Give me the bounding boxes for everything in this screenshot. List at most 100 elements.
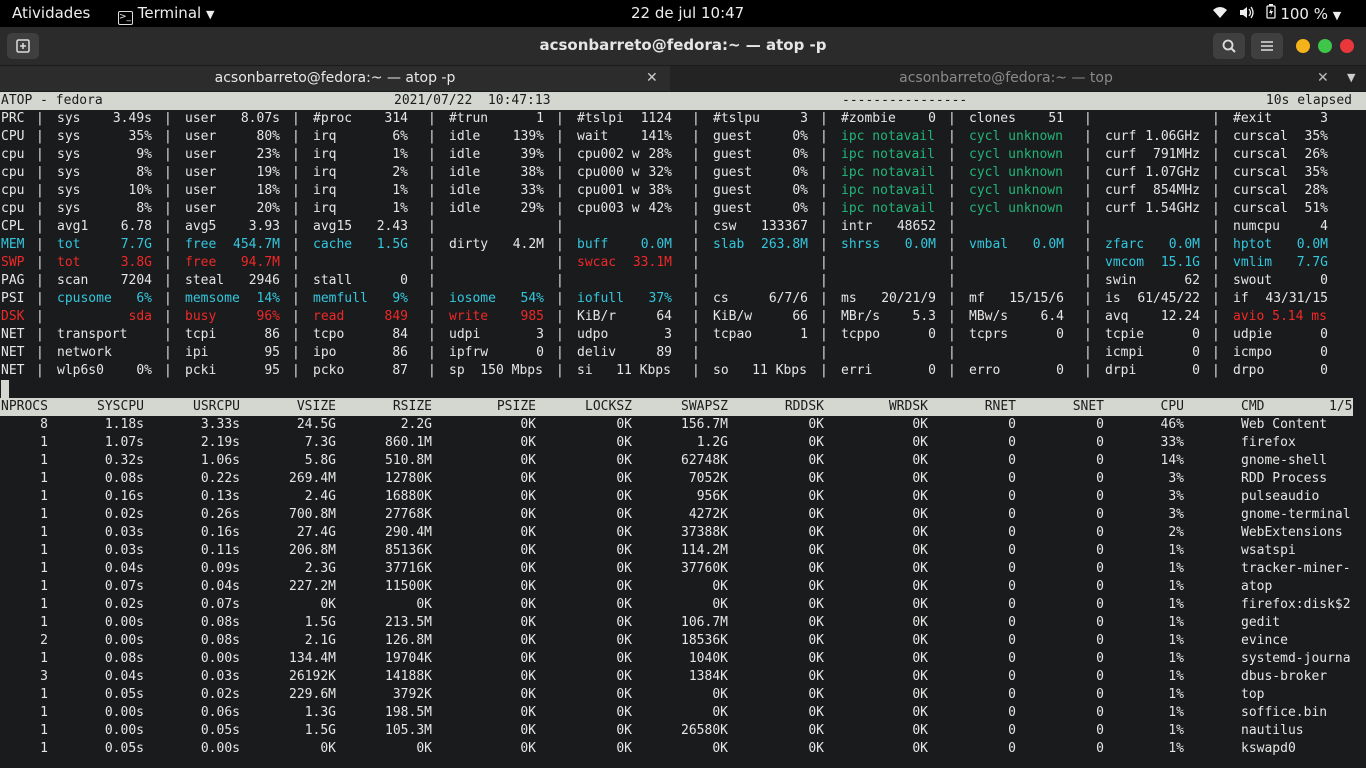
table-cell-locksz: 0K — [616, 651, 632, 666]
column-separator: | — [556, 363, 564, 378]
column-separator: | — [1212, 273, 1220, 288]
column-separator: | — [428, 309, 436, 324]
stat-key: si 11 Kbps — [577, 363, 671, 378]
column-separator: | — [1084, 327, 1092, 342]
table-cell-vsize: 2.4G — [304, 489, 336, 504]
stat-value: 0% — [136, 363, 152, 378]
table-cell-rnet: 0 — [1008, 471, 1016, 486]
tab-close-icon[interactable]: ✕ — [1317, 66, 1329, 90]
column-separator: | — [556, 255, 564, 270]
column-separator: | — [948, 273, 956, 288]
table-cell-locksz: 0K — [616, 633, 632, 648]
table-cell-cpu: 33% — [1160, 435, 1184, 450]
stat-value: 54% — [520, 291, 544, 306]
column-separator: | — [1212, 327, 1220, 342]
table-cell-syscpu: 0.00s — [104, 723, 144, 738]
column-header-rnet: RNET — [984, 399, 1016, 414]
table-cell-rnet: 0 — [1008, 561, 1016, 576]
table-row: 1 0.08s 0.22s 269.4M 12780K 0K 0K 7052K 0K 0K 0 0 3%… — [0, 470, 1366, 488]
stat-row-cpu: cpu | | | | | | | | | | sys 10% user 18% irq 1% idle 33% cp… — [0, 182, 1366, 200]
table-cell-locksz: 0K — [616, 687, 632, 702]
app-menu[interactable]: >_ Terminal ▼ — [118, 4, 214, 25]
stat-value: 0.0M — [1296, 237, 1328, 252]
column-separator: | — [428, 291, 436, 306]
table-cell-psize: 0K — [520, 669, 536, 684]
terminal-area[interactable]: ATOP - fedora 2021/07/22 10:47:13 ------… — [0, 91, 1366, 768]
table-cell-cpu: 2% — [1168, 525, 1184, 540]
table-cell-swapsz: 956K — [696, 489, 728, 504]
table-cell-wrdsk: 0K — [912, 723, 928, 738]
table-cell-cpu: 1% — [1168, 741, 1184, 756]
tab-top[interactable]: acsonbarreto@fedora:~ — top — [671, 66, 1341, 91]
table-cell-cmd: evince — [1241, 633, 1288, 648]
table-cell-locksz: 0K — [616, 507, 632, 522]
table-cell-rsize: 85136K — [385, 543, 432, 558]
table-cell-vsize: 27.4G — [296, 525, 336, 540]
table-cell-swapsz: 0K — [712, 741, 728, 756]
tab-close-icon[interactable]: ✕ — [646, 66, 658, 90]
stat-value: 6.4 — [1040, 309, 1064, 324]
column-separator: | — [164, 291, 172, 306]
stat-value: 86 — [392, 345, 408, 360]
table-cell-syscpu: 0.00s — [104, 633, 144, 648]
table-cell-rsize: 12780K — [385, 471, 432, 486]
stat-row-psi: PSI | | | | | | | | | | cpusome 6% memsome 14% memfull 9… — [0, 290, 1366, 308]
column-header-psize: PSIZE — [496, 399, 536, 414]
column-separator: | — [428, 201, 436, 216]
column-separator: | — [292, 129, 300, 144]
table-cell-wrdsk: 0K — [912, 489, 928, 504]
stat-value: 9% — [392, 291, 408, 306]
column-separator: | — [428, 111, 436, 126]
table-cell-wrdsk: 0K — [912, 417, 928, 432]
app-menu-label: Terminal — [137, 4, 202, 22]
stat-value: 37% — [648, 291, 672, 306]
clock[interactable]: 22 de jul 10:47 — [631, 4, 744, 22]
table-cell-psize: 0K — [520, 705, 536, 720]
column-separator: | — [556, 165, 564, 180]
column-separator: | — [692, 183, 700, 198]
column-separator: | — [948, 183, 956, 198]
stat-value: 19% — [256, 165, 280, 180]
column-separator: | — [36, 111, 44, 126]
stat-row-cpu: cpu | | | | | | | | | | sys 9% user 23% irq 1% idle 39% cpu… — [0, 146, 1366, 164]
stat-value: 8% — [136, 201, 152, 216]
table-cell-wrdsk: 0K — [912, 633, 928, 648]
column-separator: | — [1212, 237, 1220, 252]
tab-atop[interactable]: acsonbarreto@fedora:~ — atop -p — [0, 66, 670, 91]
table-cell-cmd: gnome-terminal — [1241, 507, 1351, 522]
column-separator: | — [948, 309, 956, 324]
menu-button[interactable] — [1251, 33, 1283, 59]
column-separator: | — [820, 147, 828, 162]
table-cell-psize: 0K — [520, 651, 536, 666]
table-cell-rddsk: 0K — [808, 633, 824, 648]
column-separator: | — [556, 237, 564, 252]
column-header-cpu: CPU — [1160, 399, 1184, 414]
column-separator: | — [1084, 237, 1092, 252]
close-button[interactable] — [1340, 39, 1354, 53]
status-area[interactable]: 100 % ▼ — [1212, 4, 1341, 23]
column-separator: | — [36, 237, 44, 252]
stat-value: 985 — [520, 309, 544, 324]
maximize-button[interactable] — [1318, 39, 1332, 53]
table-cell-usrcpu: 0.06s — [200, 705, 240, 720]
table-cell-wrdsk: 0K — [912, 669, 928, 684]
column-separator: | — [556, 309, 564, 324]
column-separator: | — [820, 129, 828, 144]
stat-value: 3 — [800, 111, 808, 126]
stat-value: 20% — [256, 201, 280, 216]
column-separator: | — [292, 183, 300, 198]
column-separator: | — [292, 309, 300, 324]
column-separator: | — [36, 291, 44, 306]
tabs-menu-chevron-icon[interactable]: ▼ — [1347, 66, 1355, 90]
stat-value: 38% — [648, 183, 672, 198]
table-cell-psize: 0K — [520, 435, 536, 450]
activities-button[interactable]: Atividades — [12, 4, 90, 22]
stat-value: sda — [128, 309, 152, 324]
table-cell-rnet: 0 — [1008, 507, 1016, 522]
search-button[interactable] — [1213, 33, 1245, 59]
column-separator: | — [36, 363, 44, 378]
minimize-button[interactable] — [1296, 39, 1310, 53]
table-cell-rddsk: 0K — [808, 489, 824, 504]
stat-row-label: PSI — [1, 291, 25, 306]
stat-key: sp 150 Mbps — [449, 363, 543, 378]
